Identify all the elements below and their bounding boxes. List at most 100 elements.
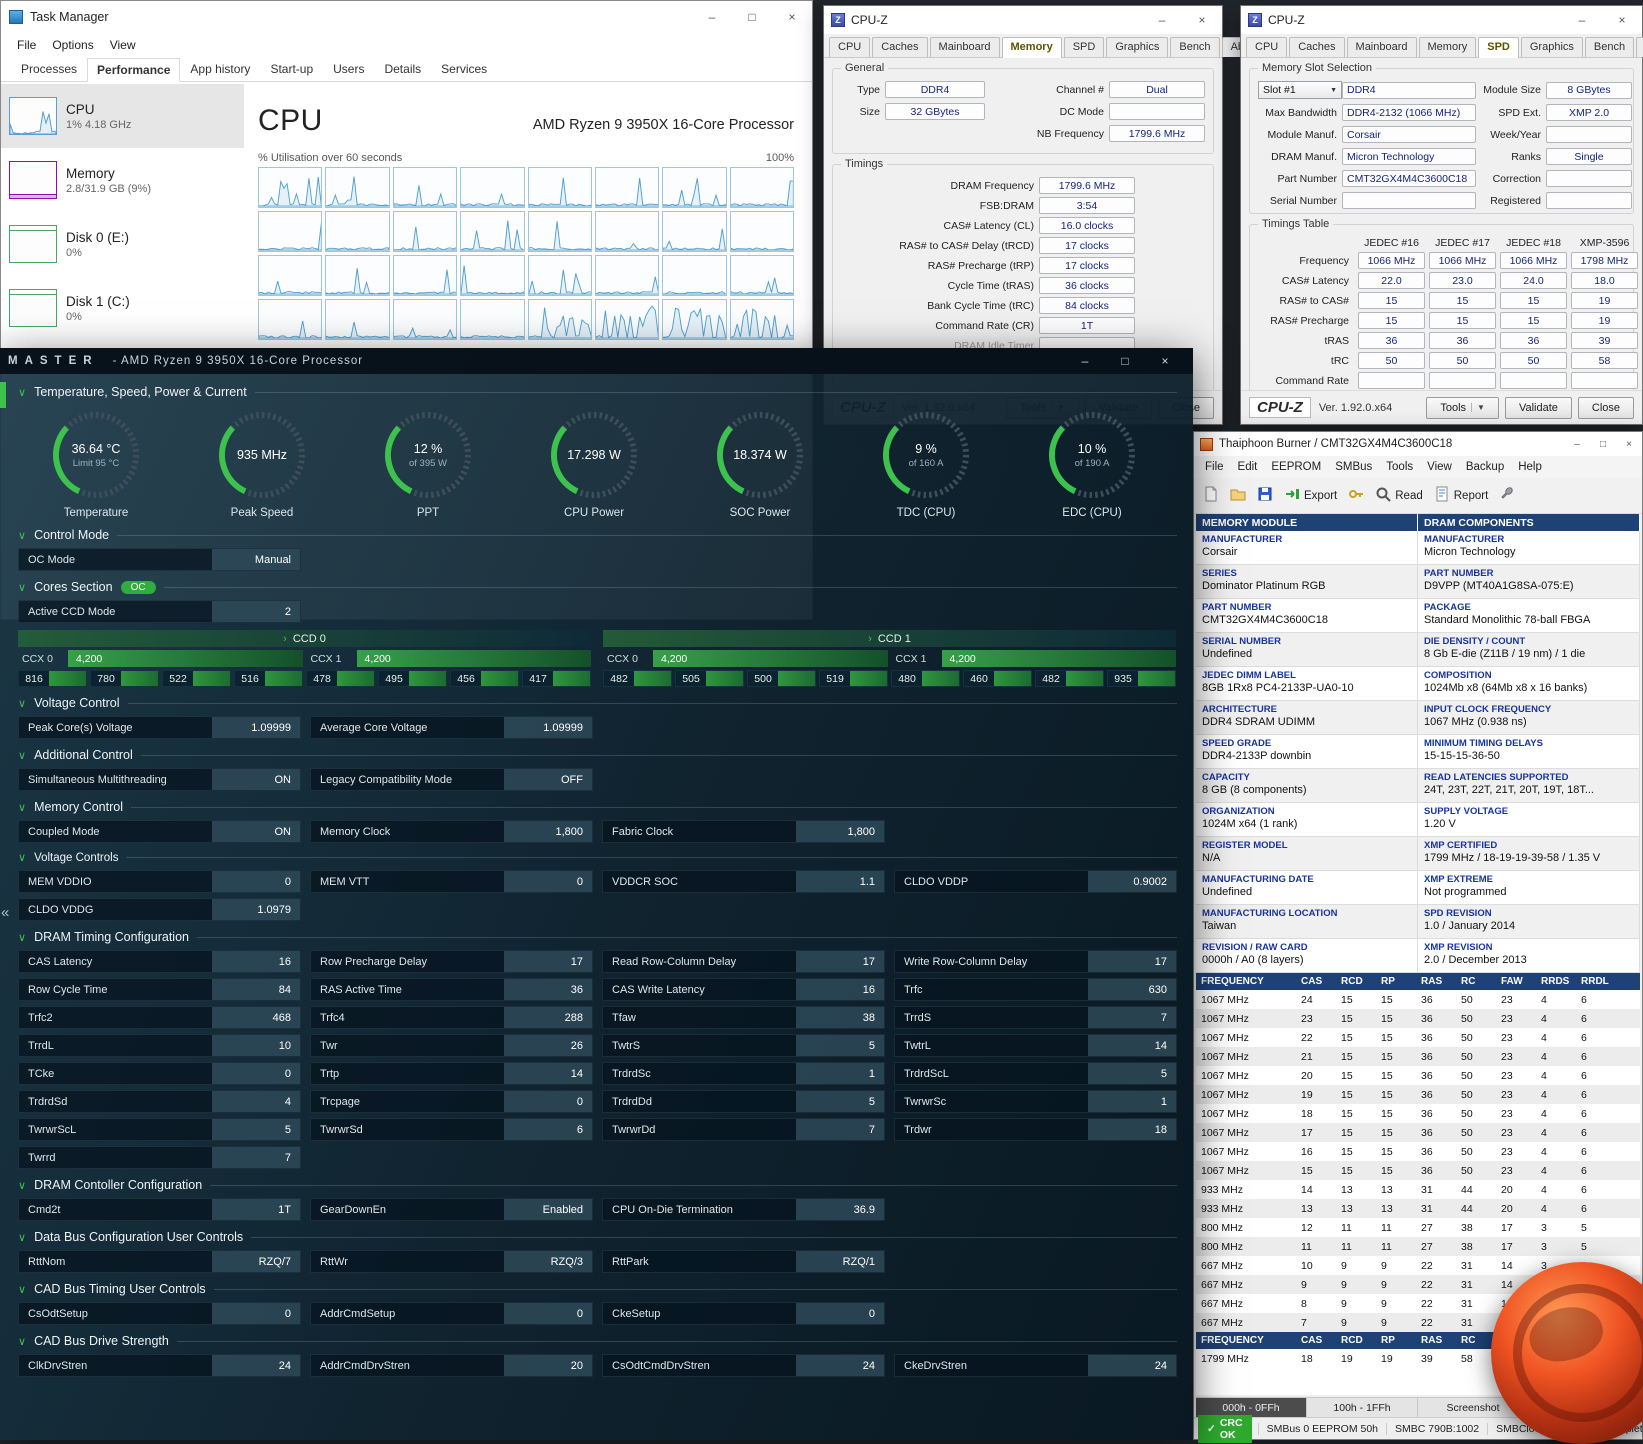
control-trdwr[interactable]: Trdwr18 [894,1118,1177,1141]
control-cpu-on-die-termination[interactable]: CPU On-Die Termination36.9 [602,1198,885,1221]
minimize-button[interactable]: – [1562,13,1602,27]
menu-item-tools[interactable]: Tools [1379,461,1420,473]
control-vddcr-soc[interactable]: VDDCR SOC1.1 [602,870,885,893]
control-trdrdscl[interactable]: TrdrdScL5 [894,1062,1177,1085]
control-cmd2t[interactable]: Cmd2t1T [18,1198,301,1221]
menu-item-edit[interactable]: Edit [1231,461,1265,473]
control-tcke[interactable]: TCke0 [18,1062,301,1085]
tab-details[interactable]: Details [374,57,431,81]
control-cldo-vddp[interactable]: CLDO VDDP0.9002 [894,870,1177,893]
control-twrwrscl[interactable]: TwrwrScL5 [18,1118,301,1141]
chevron-down-icon[interactable]: ∨ [18,386,26,399]
tab-processes[interactable]: Processes [11,57,87,81]
control-trrdl[interactable]: TrrdL10 [18,1034,301,1057]
tab-memory[interactable]: Memory [1419,37,1477,57]
maximize-button[interactable]: □ [1590,439,1616,450]
button-tools[interactable]: Tools▼ [1426,397,1499,419]
control-twr[interactable]: Twr26 [310,1034,593,1057]
chevron-down-icon[interactable]: ∨ [18,1231,26,1244]
close-button[interactable]: × [1145,354,1185,368]
control-rttwr[interactable]: RttWrRZQ/3 [310,1250,593,1273]
tab-spd[interactable]: SPD [1478,37,1519,58]
menu-item-help[interactable]: Help [1511,461,1549,473]
control-simultaneous-multithreading[interactable]: Simultaneous MultithreadingON [18,768,301,791]
button-validate[interactable]: Validate [1505,397,1572,419]
control-oc-mode[interactable]: OC ModeManual [18,548,301,571]
tab-performance[interactable]: Performance [87,58,180,82]
menu-item-file[interactable]: File [9,38,44,52]
control-trdrddd[interactable]: TrdrdDd5 [602,1090,885,1113]
control-addrcmddrvstren[interactable]: AddrCmdDrvStren20 [310,1354,593,1377]
control-read-row-column-delay[interactable]: Read Row-Column Delay17 [602,950,885,973]
menu-item-options[interactable]: Options [44,38,101,52]
tab-start-up[interactable]: Start-up [260,57,323,81]
menu-item-view[interactable]: View [102,38,144,52]
control-tfaw[interactable]: Tfaw38 [602,1006,885,1029]
chevron-down-icon[interactable]: ∨ [18,931,26,944]
control-trfc4[interactable]: Trfc4288 [310,1006,593,1029]
control-rttnom[interactable]: RttNomRZQ/7 [18,1250,301,1273]
tab-cpu[interactable]: CPU [1246,37,1287,57]
menu-item-smbus[interactable]: SMBus [1328,461,1379,473]
menu-item-backup[interactable]: Backup [1459,461,1511,473]
chevron-down-icon[interactable]: ∨ [18,581,26,594]
toolbar-save-icon[interactable] [1257,486,1273,505]
control-twtrl[interactable]: TwtrL14 [894,1034,1177,1057]
button-close[interactable]: Close [1578,397,1634,419]
control-legacy-compatibility-mode[interactable]: Legacy Compatibility ModeOFF [310,768,593,791]
tab-memory[interactable]: Memory [1002,37,1062,58]
control-clkdrvstren[interactable]: ClkDrvStren24 [18,1354,301,1377]
tab-graphics[interactable]: Graphics [1106,37,1168,57]
control-trdrdsd[interactable]: TrdrdSd4 [18,1090,301,1113]
minimize-button[interactable]: – [1065,354,1105,368]
chevron-down-icon[interactable]: ∨ [18,1335,26,1348]
toolbar-key-icon[interactable] [1348,486,1364,505]
toolbar-report[interactable]: Report [1434,486,1489,505]
control-mem-vddio[interactable]: MEM VDDIO0 [18,870,301,893]
control-average-core-voltage[interactable]: Average Core Voltage1.09999 [310,716,593,739]
tab-mainboard[interactable]: Mainboard [930,37,1000,57]
chevron-down-icon[interactable]: ∨ [18,749,26,762]
control-trdrdsc[interactable]: TrdrdSc1 [602,1062,885,1085]
chevron-down-icon[interactable]: ∨ [18,801,26,814]
chevron-down-icon[interactable]: ∨ [18,1283,26,1296]
tab-services[interactable]: Services [431,57,497,81]
close-button[interactable]: × [772,10,812,24]
tab-graphics[interactable]: Graphics [1521,37,1583,57]
control-csodtcmddrvstren[interactable]: CsOdtCmdDrvStren24 [602,1354,885,1377]
control-geardownen[interactable]: GearDownEnEnabled [310,1198,593,1221]
tab-bench[interactable]: Bench [1585,37,1634,57]
control-peak-core-s-voltage[interactable]: Peak Core(s) Voltage1.09999 [18,716,301,739]
control-addrcmdsetup[interactable]: AddrCmdSetup0 [310,1302,593,1325]
control-trtp[interactable]: Trtp14 [310,1062,593,1085]
toolbar-read[interactable]: Read [1375,486,1423,505]
control-twtrs[interactable]: TwtrS5 [602,1034,885,1057]
sidebar-item-memory[interactable]: Memory2.8/31.9 GB (9%) [1,148,244,212]
tab-app-history[interactable]: App history [180,57,260,81]
tab-users[interactable]: Users [323,57,374,81]
control-csodtsetup[interactable]: CsOdtSetup0 [18,1302,301,1325]
control-mem-vtt[interactable]: MEM VTT0 [310,870,593,893]
control-row-cycle-time[interactable]: Row Cycle Time84 [18,978,301,1001]
control-ras-active-time[interactable]: RAS Active Time36 [310,978,593,1001]
control-trfc2[interactable]: Trfc2468 [18,1006,301,1029]
control-write-row-column-delay[interactable]: Write Row-Column Delay17 [894,950,1177,973]
menu-item-view[interactable]: View [1420,461,1459,473]
control-twrrd[interactable]: Twrrd7 [18,1146,301,1169]
menu-item-file[interactable]: File [1198,461,1231,473]
control-cas-latency[interactable]: CAS Latency16 [18,950,301,973]
chevron-down-icon[interactable]: ∨ [18,697,26,710]
close-button[interactable]: × [1182,13,1222,27]
toolbar-wrench-icon[interactable] [1499,486,1515,505]
control-cldo-vddg[interactable]: CLDO VDDG1.0979 [18,898,301,921]
sidebar-collapse-icon[interactable]: « [1,904,9,921]
control-row-precharge-delay[interactable]: Row Precharge Delay17 [310,950,593,973]
control-coupled-mode[interactable]: Coupled ModeON [18,820,301,843]
slot-select[interactable]: Slot #1 ▼ [1258,81,1342,99]
control-rttpark[interactable]: RttParkRZQ/1 [602,1250,885,1273]
control-ckesetup[interactable]: CkeSetup0 [602,1302,885,1325]
toolbar-export[interactable]: Export [1284,486,1337,505]
maximize-button[interactable]: □ [1105,354,1145,368]
toolbar-open-icon[interactable] [1230,486,1246,505]
control-trrds[interactable]: TrrdS7 [894,1006,1177,1029]
